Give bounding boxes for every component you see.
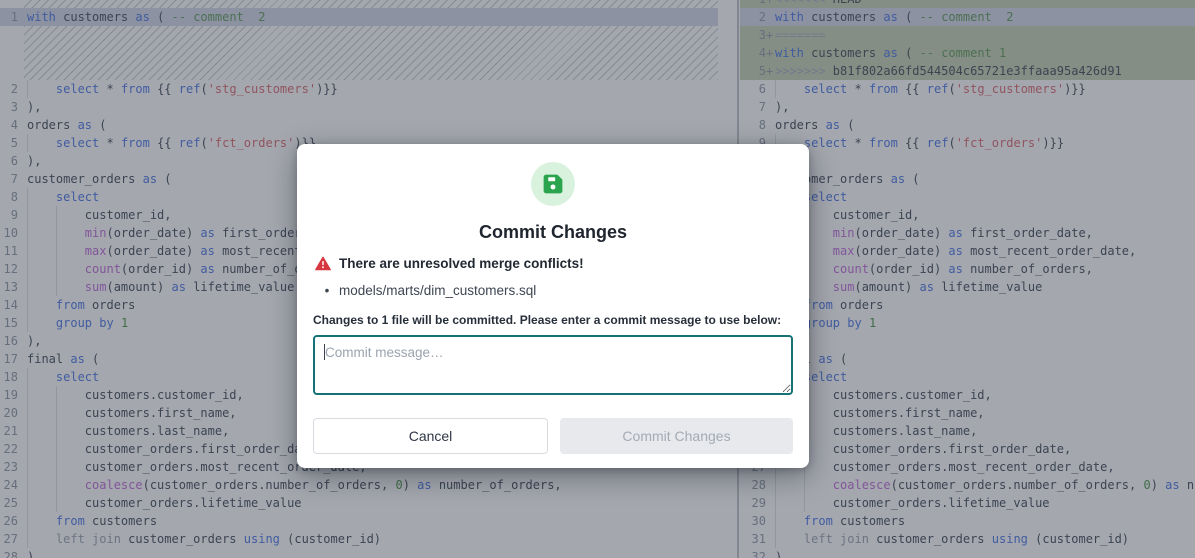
merge-conflict-warning: There are unresolved merge conflicts!: [315, 256, 791, 271]
text-cursor: [324, 344, 325, 360]
commit-message-wrap: [313, 335, 793, 395]
cancel-button[interactable]: Cancel: [313, 418, 548, 454]
warning-text: There are unresolved merge conflicts!: [339, 256, 584, 271]
save-icon: [542, 173, 564, 195]
commit-changes-button[interactable]: Commit Changes: [560, 418, 793, 454]
warning-triangle-icon: [315, 256, 331, 271]
save-icon-circle: [531, 162, 575, 206]
conflict-file-list: • models/marts/dim_customers.sql: [301, 283, 791, 298]
conflict-file-path: models/marts/dim_customers.sql: [339, 283, 536, 298]
modal-actions: Cancel Commit Changes: [313, 418, 793, 454]
commit-instruction: Changes to 1 file will be committed. Ple…: [313, 313, 793, 327]
app-window: 1with customers as ( -- comment 22 selec…: [0, 0, 1195, 558]
conflict-file-item: • models/marts/dim_customers.sql: [319, 283, 791, 298]
commit-changes-modal: Commit Changes There are unresolved merg…: [297, 144, 809, 468]
modal-title: Commit Changes: [297, 222, 809, 243]
commit-message-input[interactable]: [313, 335, 793, 395]
bullet-icon: •: [319, 283, 335, 298]
